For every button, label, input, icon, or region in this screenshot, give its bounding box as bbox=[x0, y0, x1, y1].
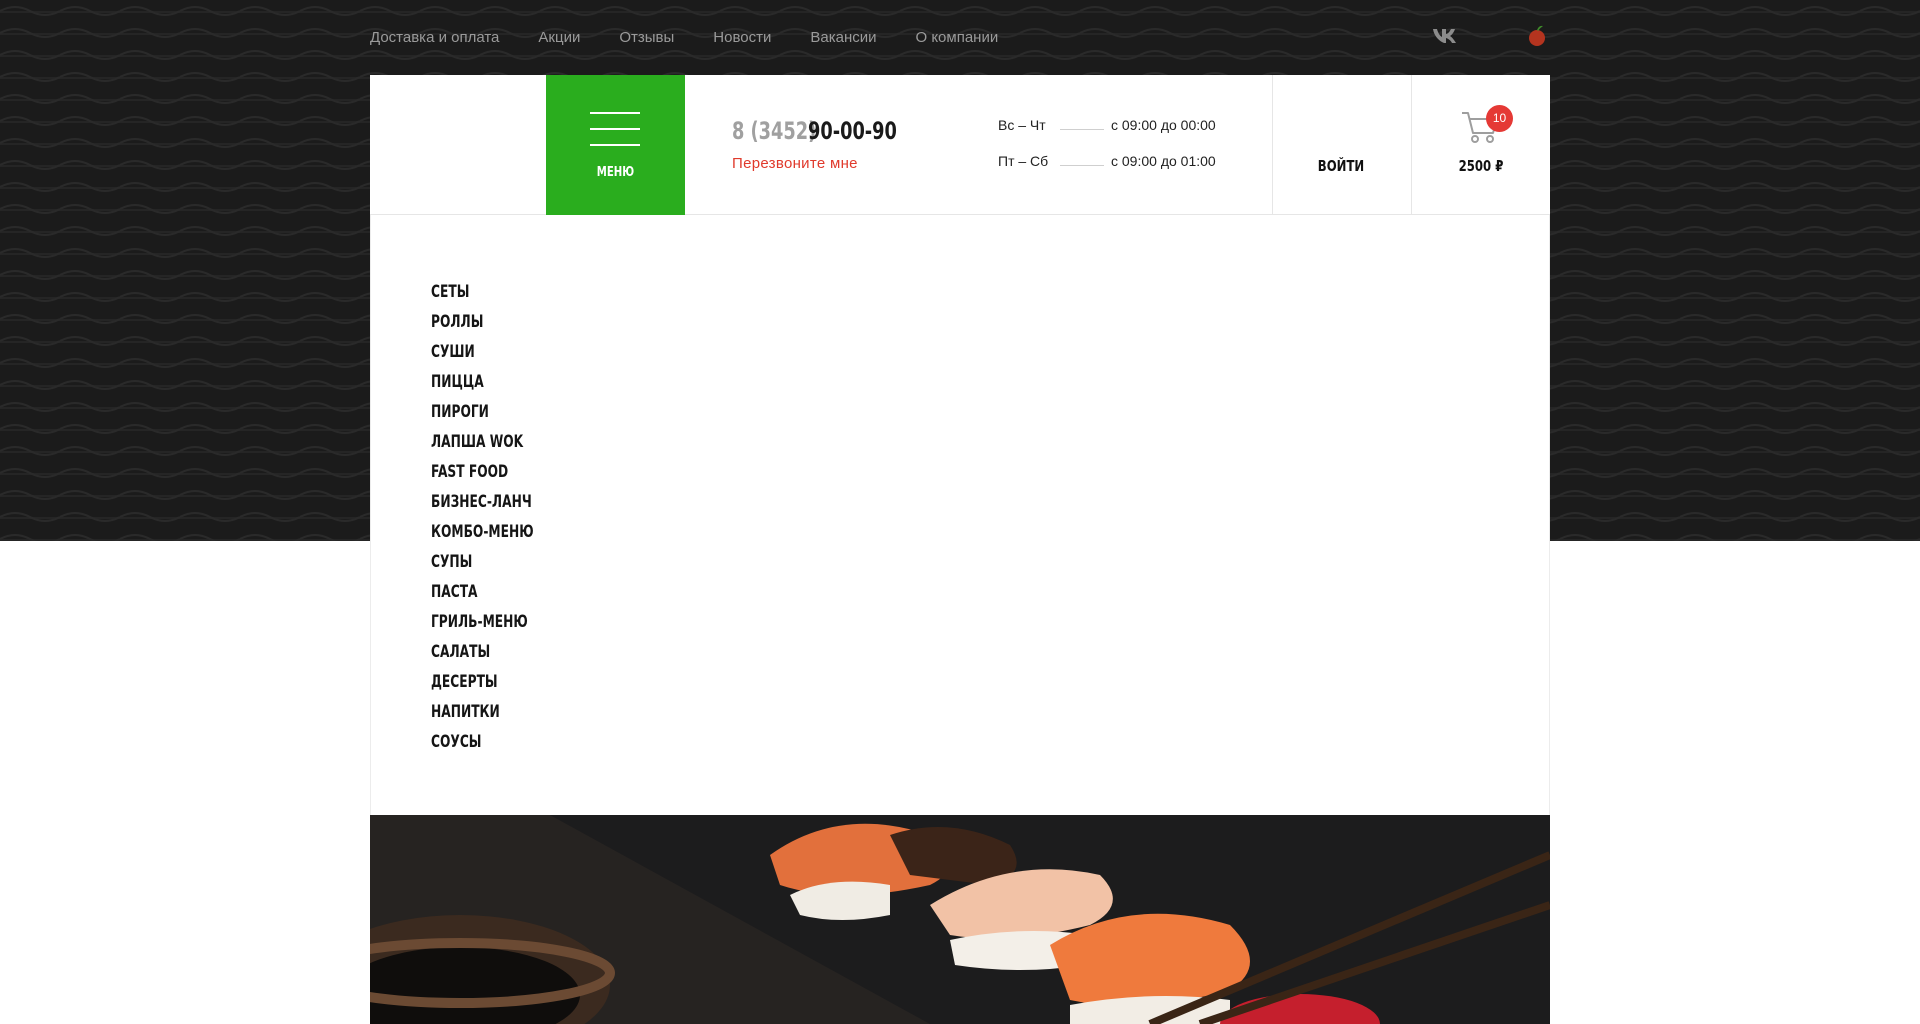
catalog-item-business-lunch[interactable]: БИЗНЕС-ЛАНЧ bbox=[431, 487, 534, 517]
catalog-item-desserts[interactable]: ДЕСЕРТЫ bbox=[431, 667, 534, 697]
header-divider bbox=[1272, 75, 1273, 215]
catalog-item-soups[interactable]: СУПЫ bbox=[431, 547, 534, 577]
hours-row: Вс – Чт с 09:00 до 00:00 bbox=[998, 117, 1238, 153]
hours-time: с 09:00 до 01:00 bbox=[1111, 153, 1216, 169]
cart-button[interactable]: 10 2500 ₽ bbox=[1412, 75, 1550, 215]
hero-banner-image bbox=[370, 815, 1550, 1024]
menu-button[interactable]: МЕНЮ bbox=[546, 75, 685, 215]
catalog-item-drinks[interactable]: НАПИТКИ bbox=[431, 697, 534, 727]
catalog-item-rolls[interactable]: РОЛЛЫ bbox=[431, 307, 534, 337]
login-button[interactable]: ВОЙТИ bbox=[1287, 157, 1395, 175]
nav-link-promotions[interactable]: Акции bbox=[538, 29, 580, 46]
catalog-item-combo[interactable]: КОМБО-МЕНЮ bbox=[431, 517, 534, 547]
catalog-item-pizza[interactable]: ПИЦЦА bbox=[431, 367, 534, 397]
phone-code: 8 (3452) bbox=[732, 117, 817, 145]
vk-icon[interactable] bbox=[1432, 27, 1458, 47]
apple-icon[interactable] bbox=[1526, 24, 1548, 48]
hours-row: Пт – Сб с 09:00 до 01:00 bbox=[998, 153, 1238, 189]
logo[interactable] bbox=[370, 75, 546, 215]
nav-link-news[interactable]: Новости bbox=[713, 29, 771, 46]
site-header: МЕНЮ 8 (3452)90-00-90 Перезвоните мне Вс… bbox=[370, 75, 1550, 215]
hours-days: Вс – Чт bbox=[998, 117, 1046, 133]
catalog-item-wok[interactable]: ЛАПША WOK bbox=[431, 427, 534, 457]
phone-main: 90-00-90 bbox=[808, 117, 897, 145]
hours-days: Пт – Сб bbox=[998, 153, 1049, 169]
menu-button-label: МЕНЮ bbox=[596, 165, 635, 180]
cart-total: 2500 ₽ bbox=[1458, 157, 1504, 175]
cart-count-badge: 10 bbox=[1486, 105, 1513, 132]
hours-time: с 09:00 до 00:00 bbox=[1111, 117, 1216, 133]
catalog-item-pies[interactable]: ПИРОГИ bbox=[431, 397, 534, 427]
catalog-item-sushi[interactable]: СУШИ bbox=[431, 337, 534, 367]
catalog-item-salads[interactable]: САЛАТЫ bbox=[431, 637, 534, 667]
hours-dotted-leader bbox=[1060, 165, 1104, 166]
nav-link-delivery[interactable]: Доставка и оплата bbox=[370, 29, 499, 46]
sushi-photo bbox=[370, 815, 1550, 1024]
nav-link-reviews[interactable]: Отзывы bbox=[619, 29, 674, 46]
nav-link-vacancies[interactable]: Вакансии bbox=[810, 29, 876, 46]
phone-number[interactable]: 8 (3452)90-00-90 bbox=[732, 117, 928, 145]
working-hours: Вс – Чт с 09:00 до 00:00 Пт – Сб с 09:00… bbox=[998, 117, 1238, 189]
catalog-item-sets[interactable]: СЕТЫ bbox=[431, 277, 534, 307]
catalog-list: СЕТЫ РОЛЛЫ СУШИ ПИЦЦА ПИРОГИ ЛАПША WOK F… bbox=[431, 277, 573, 757]
catalog-item-pasta[interactable]: ПАСТА bbox=[431, 577, 534, 607]
catalog-item-grill[interactable]: ГРИЛЬ-МЕНЮ bbox=[431, 607, 534, 637]
callback-link[interactable]: Перезвоните мне bbox=[732, 155, 858, 172]
hamburger-icon bbox=[590, 112, 640, 160]
top-navigation: Доставка и оплата Акции Отзывы Новости В… bbox=[370, 26, 1037, 48]
catalog-item-sauces[interactable]: СОУСЫ bbox=[431, 727, 534, 757]
catalog-item-fast-food[interactable]: FAST FOOD bbox=[431, 457, 534, 487]
catalog-dropdown: СЕТЫ РОЛЛЫ СУШИ ПИЦЦА ПИРОГИ ЛАПША WOK F… bbox=[370, 215, 1550, 815]
nav-link-about[interactable]: О компании bbox=[915, 29, 998, 46]
hours-dotted-leader bbox=[1060, 129, 1104, 130]
